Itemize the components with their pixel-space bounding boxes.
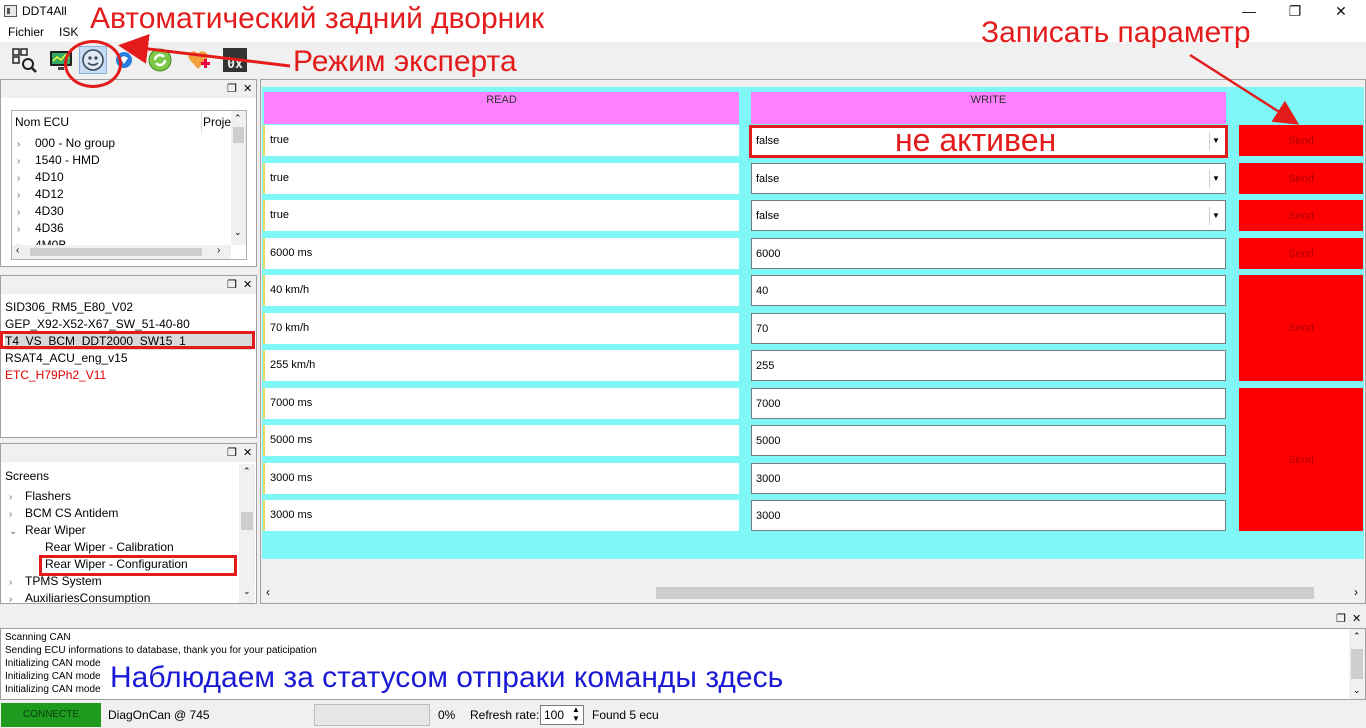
arrow-write-param <box>1189 53 1300 125</box>
arrow-expert-mode <box>118 33 291 68</box>
annotation-arrows <box>118 33 1300 125</box>
